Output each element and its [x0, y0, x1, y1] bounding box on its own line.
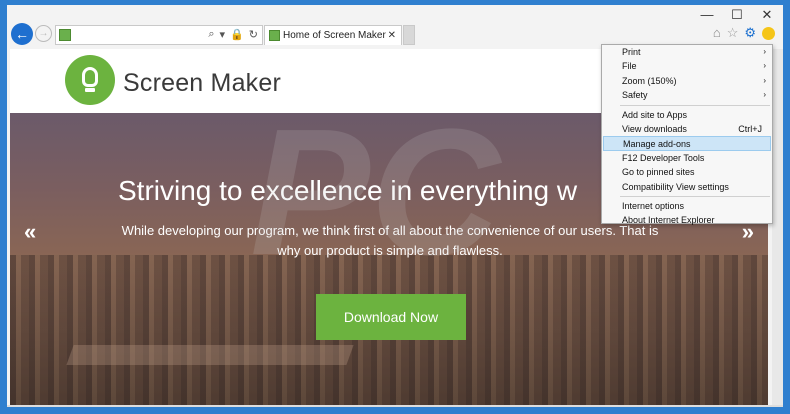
submenu-arrow-icon: ›	[763, 47, 766, 56]
menu-item-safety[interactable]: Safety ›	[602, 88, 772, 102]
lock-icon[interactable]: 🔒	[230, 28, 244, 41]
menu-item-label: Add site to Apps	[622, 109, 688, 120]
submenu-arrow-icon: ›	[763, 90, 766, 100]
menu-item-label: About Internet Explorer	[622, 215, 715, 226]
back-button[interactable]: ←	[11, 23, 33, 45]
browser-window: — ☐ ✕ ← → ⌕ ▾ 🔒 ↻ Home of Screen Maker ✕	[7, 5, 783, 407]
vertical-scrollbar[interactable]	[772, 49, 783, 405]
tab-title: Home of Screen Maker	[283, 30, 386, 41]
menu-item-internet-options[interactable]: Internet options	[602, 199, 772, 213]
menu-item-view-downloads[interactable]: View downloads Ctrl+J	[602, 122, 772, 136]
menu-item-go-to-pinned-sites[interactable]: Go to pinned sites	[602, 165, 772, 179]
hero-subtitle: While developing our program, we think f…	[121, 223, 659, 258]
menu-item-label: Manage add-ons	[623, 139, 691, 150]
address-bar[interactable]: ⌕ ▾ 🔒 ↻	[55, 25, 263, 45]
gear-icon[interactable]: ⚙	[744, 25, 756, 41]
menu-shortcut: Ctrl+J	[738, 123, 762, 134]
menu-item-f12-developer-tools[interactable]: F12 Developer Tools	[602, 151, 772, 165]
dropdown-icon[interactable]: ▾	[220, 28, 226, 41]
menu-item-manage-add-ons[interactable]: Manage add-ons	[603, 136, 771, 151]
menu-item-print[interactable]: Print ›	[602, 45, 772, 59]
menu-item-label: Safety	[622, 90, 648, 101]
favorites-star-icon[interactable]: ☆	[727, 25, 739, 41]
logo-icon[interactable]	[65, 55, 115, 105]
menu-item-about-internet-explorer[interactable]: About Internet Explorer	[602, 213, 772, 227]
menu-item-label: Zoom (150%)	[622, 75, 677, 86]
menu-item-compatibility-view-settings[interactable]: Compatibility View settings	[602, 180, 772, 194]
submenu-arrow-icon: ›	[763, 61, 766, 71]
menu-item-file[interactable]: File ›	[602, 59, 772, 73]
address-icons: ⌕ ▾ 🔒 ↻	[208, 28, 258, 41]
menu-item-label: F12 Developer Tools	[622, 152, 705, 163]
tab-favicon-icon	[269, 30, 280, 41]
forward-button[interactable]: →	[35, 25, 52, 42]
site-favicon-icon	[59, 29, 71, 41]
tab-close-icon[interactable]: ✕	[388, 30, 396, 41]
submenu-arrow-icon: ›	[763, 75, 766, 85]
menu-item-label: Go to pinned sites	[622, 167, 695, 178]
menu-item-label: Print	[622, 47, 641, 57]
menu-item-label: View downloads	[622, 123, 687, 134]
browser-frame: — ☐ ✕ ← → ⌕ ▾ 🔒 ↻ Home of Screen Maker ✕	[0, 0, 790, 414]
status-bar	[7, 405, 783, 407]
menu-item-zoom[interactable]: Zoom (150%) ›	[602, 74, 772, 88]
lightbulb-base	[85, 88, 95, 92]
menu-item-label: Compatibility View settings	[622, 181, 729, 192]
new-tab-button[interactable]	[403, 25, 415, 45]
download-now-button[interactable]: Download Now	[316, 294, 466, 340]
refresh-icon[interactable]: ↻	[249, 28, 258, 41]
hero-title: Striving to excellence in everything w	[118, 175, 578, 206]
home-icon[interactable]: ⌂	[713, 25, 721, 41]
menu-item-add-site-to-apps[interactable]: Add site to Apps	[602, 108, 772, 122]
search-icon[interactable]: ⌕	[208, 28, 214, 41]
tab-home-of-screen-maker[interactable]: Home of Screen Maker ✕	[264, 25, 402, 45]
carousel-prev-icon[interactable]: «	[24, 219, 36, 245]
river-image	[66, 345, 354, 365]
tools-menu: Print › File › Zoom (150%) › Safety › Ad…	[601, 44, 773, 227]
toolbar-right-icons: ⌂ ☆ ⚙	[713, 25, 775, 41]
menu-item-label: File	[622, 61, 637, 72]
site-logo-text[interactable]: Screen Maker	[123, 69, 281, 98]
menu-separator	[620, 103, 770, 106]
menu-separator	[620, 194, 770, 197]
lightbulb-icon	[82, 67, 98, 87]
smiley-feedback-icon[interactable]	[762, 27, 775, 40]
menu-item-label: Internet options	[622, 200, 685, 211]
